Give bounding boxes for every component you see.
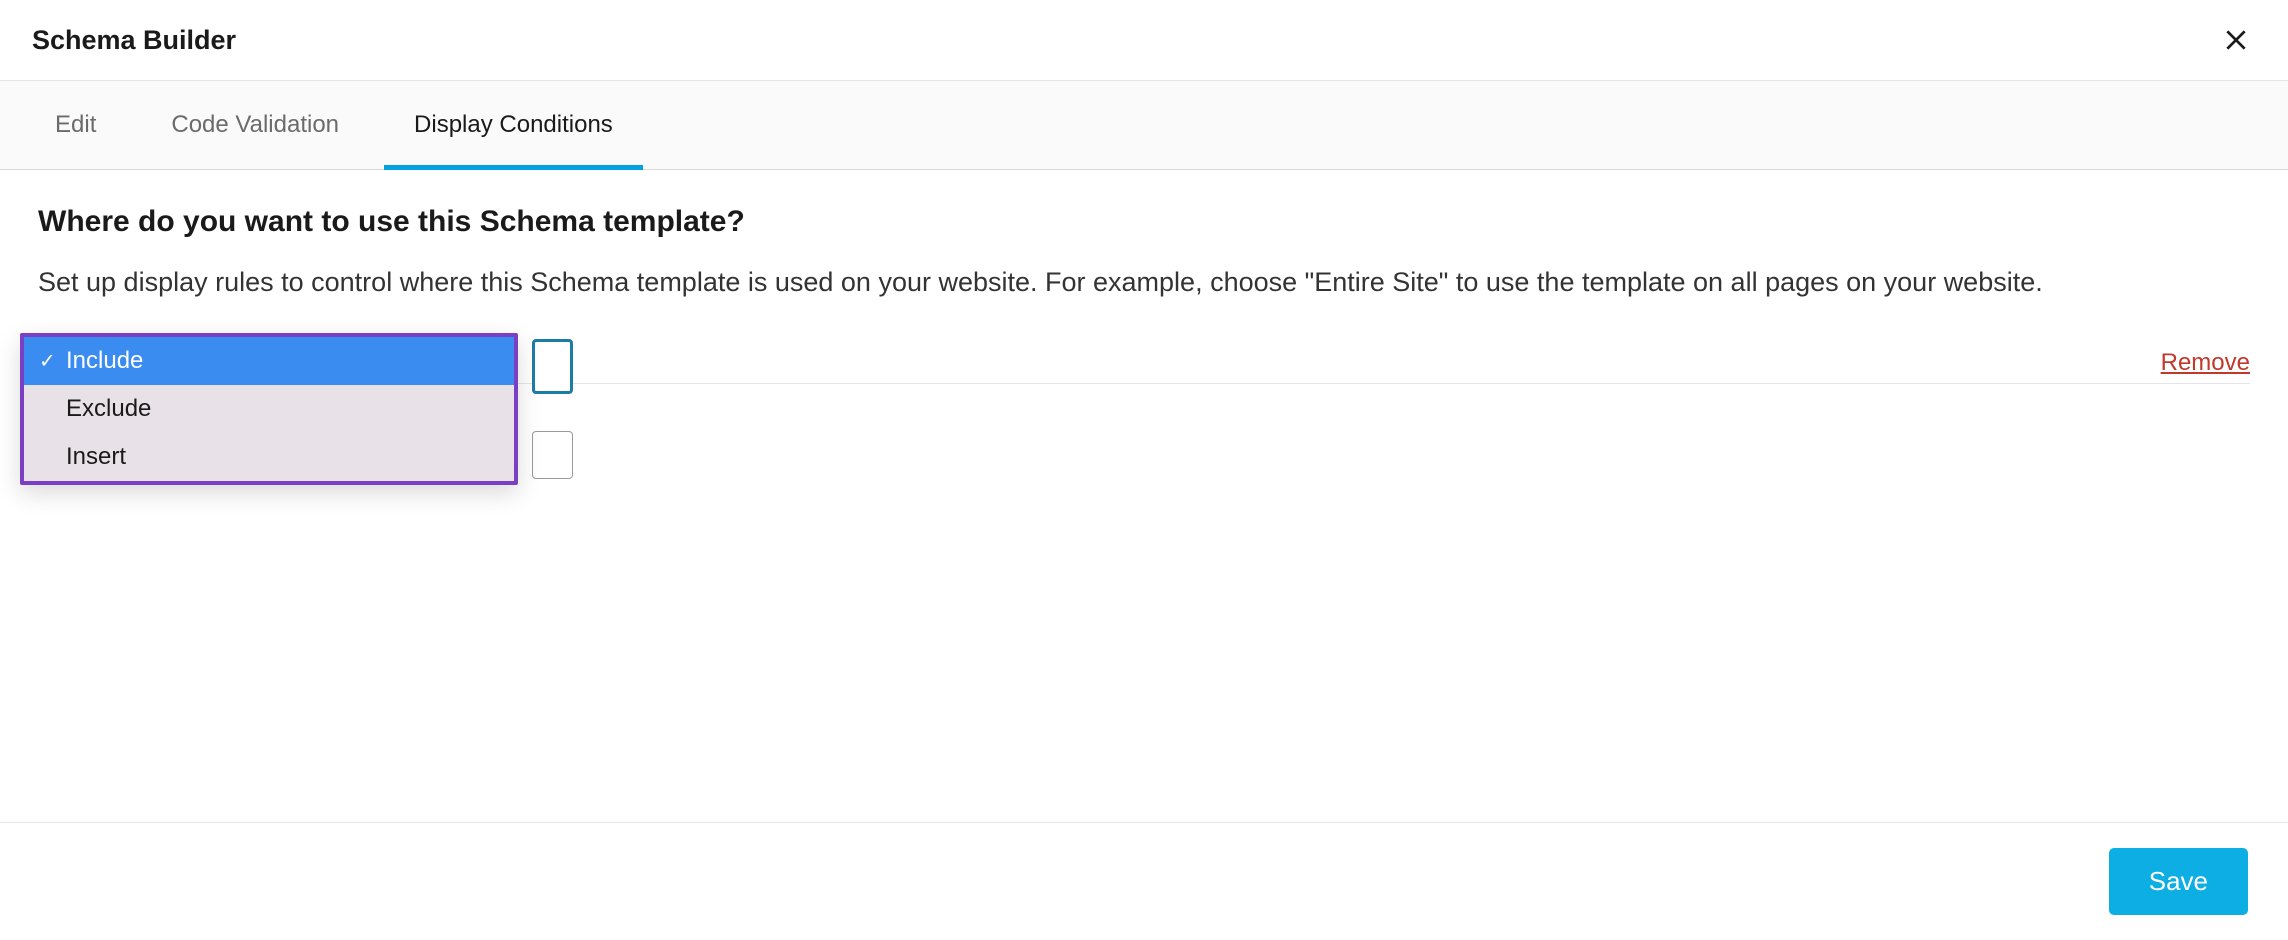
save-button[interactable]: Save	[2109, 848, 2248, 915]
tab-edit[interactable]: Edit	[45, 81, 106, 169]
modal-footer: Save	[0, 822, 2288, 940]
dropdown-option-exclude[interactable]: Exclude	[24, 385, 514, 433]
tab-bar: Edit Code Validation Display Conditions	[0, 81, 2288, 170]
tab-code-validation[interactable]: Code Validation	[161, 81, 349, 169]
condition-type-select[interactable]	[532, 339, 573, 394]
dropdown-option-insert[interactable]: Insert	[24, 433, 514, 481]
condition-row: Include Exclude Insert Remove	[38, 333, 2250, 384]
dropdown-option-include[interactable]: Include	[24, 337, 514, 385]
close-button[interactable]	[2216, 20, 2256, 60]
remove-condition-link[interactable]: Remove	[2161, 349, 2250, 377]
tab-display-conditions[interactable]: Display Conditions	[404, 81, 623, 169]
section-description: Set up display rules to control where th…	[38, 262, 2248, 303]
section-heading: Where do you want to use this Schema tem…	[38, 205, 2250, 239]
condition-target-select[interactable]	[532, 431, 573, 479]
modal-header: Schema Builder	[0, 0, 2288, 81]
page-title: Schema Builder	[32, 25, 236, 56]
close-icon	[2223, 27, 2249, 53]
content-area: Where do you want to use this Schema tem…	[0, 170, 2288, 482]
condition-type-dropdown: Include Exclude Insert	[20, 333, 518, 485]
